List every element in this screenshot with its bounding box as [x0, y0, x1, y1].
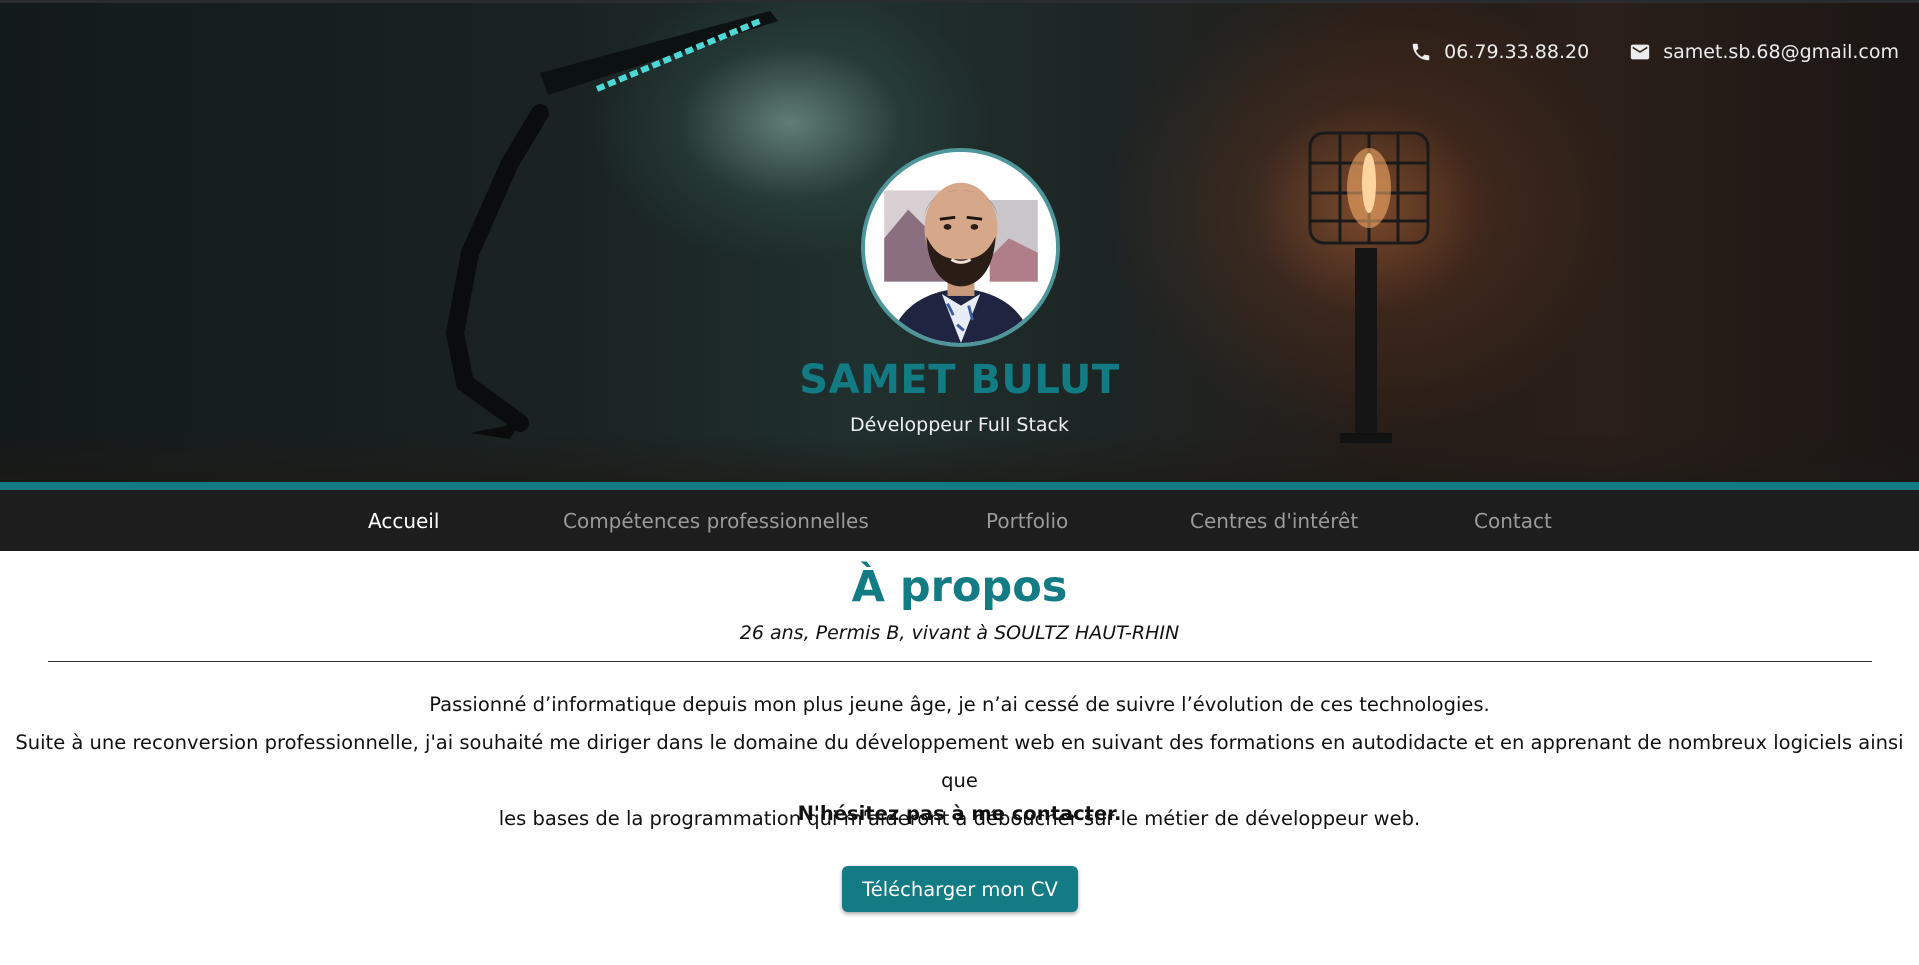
about-subtitle: 26 ans, Permis B, vivant à SOULTZ HAUT-R…	[739, 622, 1180, 644]
email-link[interactable]: samet.sb.68@gmail.com	[1629, 41, 1899, 63]
section-divider	[48, 661, 1872, 662]
desk-surface	[0, 433, 1919, 482]
contact-bar: 06.79.33.88.20 samet.sb.68@gmail.com	[1410, 41, 1899, 63]
phone-link[interactable]: 06.79.33.88.20	[1410, 41, 1589, 63]
phone-number: 06.79.33.88.20	[1444, 41, 1590, 63]
nav-item-competences[interactable]: Compétences professionnelles	[563, 509, 869, 533]
profile-photo	[865, 152, 1056, 343]
nav-item-accueil[interactable]: Accueil	[368, 509, 439, 533]
mail-icon	[1631, 44, 1650, 60]
about-line-2: Suite à une reconversion professionnelle…	[15, 731, 1904, 792]
avatar	[861, 148, 1060, 347]
about-title: À propos	[851, 562, 1068, 612]
header-accent-line	[0, 482, 1919, 490]
about-line-1: Passionné d’informatique depuis mon plus…	[429, 693, 1490, 716]
nav-item-contact[interactable]: Contact	[1474, 509, 1552, 533]
nav-item-portfolio[interactable]: Portfolio	[986, 509, 1068, 533]
page-title: SAMET BULUT	[799, 357, 1120, 403]
hero-banner: 06.79.33.88.20 samet.sb.68@gmail.com SAM…	[0, 0, 1919, 482]
download-cv-button[interactable]: Télécharger mon CV	[842, 866, 1078, 912]
contact-cta: N'hésitez pas à me contacter.	[797, 802, 1122, 825]
phone-icon	[1412, 43, 1430, 61]
nav-item-centres-interet[interactable]: Centres d'intérêt	[1190, 509, 1358, 533]
job-title: Développeur Full Stack	[850, 414, 1069, 436]
email-address: samet.sb.68@gmail.com	[1663, 41, 1899, 63]
main-navigation: Accueil Compétences professionnelles Por…	[0, 490, 1919, 551]
